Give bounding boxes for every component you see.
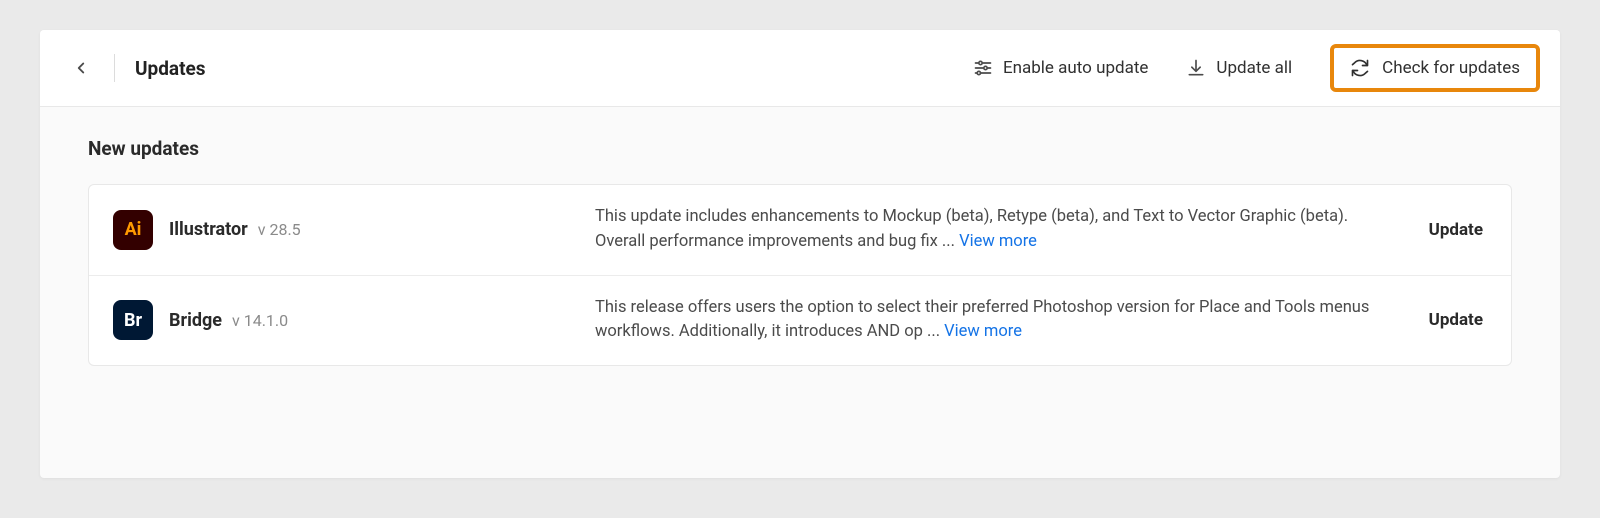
section-title: New updates — [88, 137, 1512, 160]
back-button[interactable] — [68, 55, 94, 81]
check-for-updates-button[interactable]: Check for updates — [1330, 44, 1540, 92]
enable-auto-update-label: Enable auto update — [1003, 58, 1148, 78]
app-description: This update includes enhancements to Moc… — [595, 205, 1409, 255]
app-meta: Bridge v 14.1.0 — [169, 310, 579, 331]
view-more-link[interactable]: View more — [959, 232, 1037, 251]
update-row-illustrator: Ai Illustrator v 28.5 This update includ… — [89, 185, 1511, 275]
app-name: Bridge — [169, 310, 222, 331]
check-for-updates-label: Check for updates — [1382, 58, 1520, 78]
sliders-icon — [973, 58, 993, 78]
app-name: Illustrator — [169, 219, 248, 240]
illustrator-icon: Ai — [113, 210, 153, 250]
update-all-label: Update all — [1216, 58, 1292, 78]
update-row-bridge: Br Bridge v 14.1.0 This release offers u… — [89, 275, 1511, 366]
ellipsis: ... — [923, 322, 944, 341]
updates-panel: Updates Enable auto update Update all — [40, 30, 1560, 478]
bridge-icon: Br — [113, 300, 153, 340]
app-version: v 28.5 — [258, 220, 301, 239]
download-icon — [1186, 58, 1206, 78]
header-left: Updates — [68, 54, 206, 82]
update-list: Ai Illustrator v 28.5 This update includ… — [88, 184, 1512, 366]
header-divider — [114, 54, 115, 82]
app-version: v 14.1.0 — [232, 311, 288, 330]
body: New updates Ai Illustrator v 28.5 This u… — [40, 107, 1560, 396]
update-button[interactable]: Update — [1425, 302, 1487, 338]
app-meta: Illustrator v 28.5 — [169, 219, 579, 240]
update-button[interactable]: Update — [1425, 212, 1487, 248]
update-all-button[interactable]: Update all — [1186, 58, 1292, 78]
chevron-left-icon — [72, 59, 90, 77]
header-right: Enable auto update Update all Check for … — [973, 44, 1540, 92]
app-description: This release offers users the option to … — [595, 296, 1409, 346]
ellipsis: ... — [938, 232, 959, 251]
view-more-link[interactable]: View more — [944, 322, 1022, 341]
page-title: Updates — [135, 57, 206, 80]
enable-auto-update-button[interactable]: Enable auto update — [973, 58, 1148, 78]
header-bar: Updates Enable auto update Update all — [40, 30, 1560, 107]
refresh-icon — [1350, 58, 1370, 78]
